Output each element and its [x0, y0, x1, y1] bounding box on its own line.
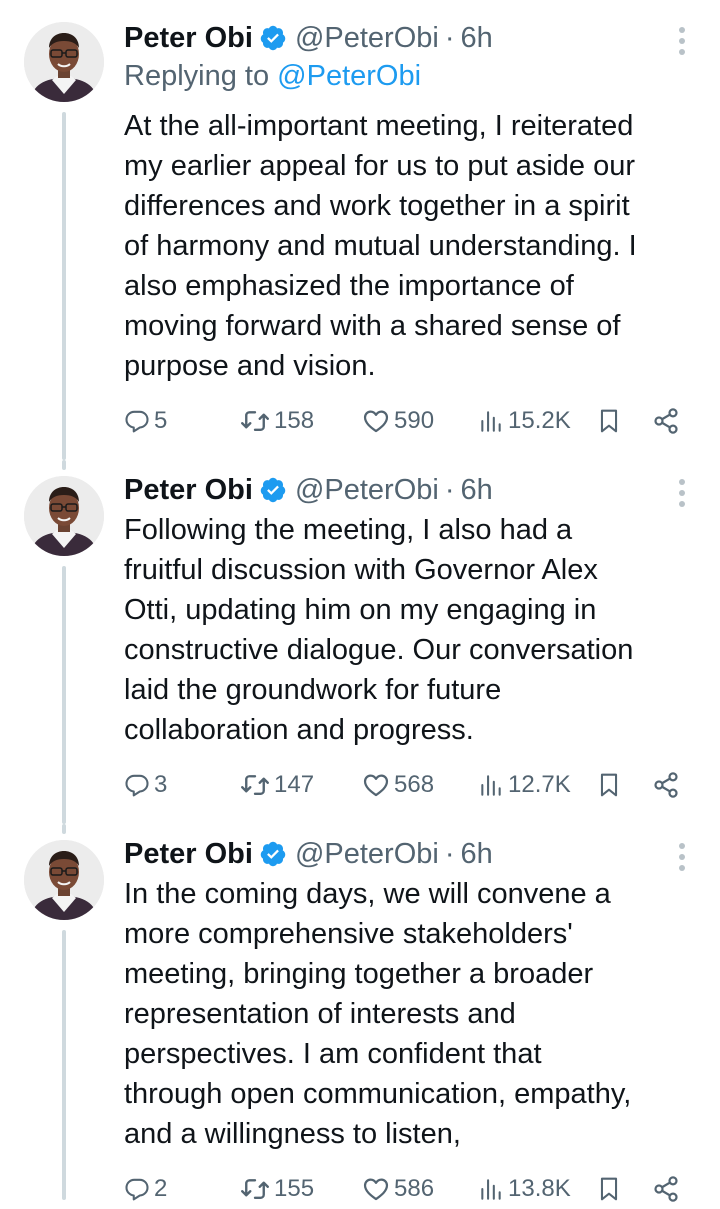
thread-line [62, 460, 66, 470]
timestamp[interactable]: 6h [461, 838, 493, 871]
timestamp[interactable]: 6h [461, 22, 493, 55]
profile-photo [24, 22, 104, 102]
view-count: 12.7K [508, 771, 571, 798]
retweet-count: 158 [274, 407, 315, 434]
like-count: 590 [394, 407, 435, 434]
avatar[interactable] [24, 840, 104, 920]
retweet-icon [240, 406, 270, 436]
share-button[interactable] [652, 1169, 680, 1209]
separator: · [444, 473, 455, 506]
thread-line [62, 930, 66, 1200]
heart-icon [362, 407, 390, 435]
verified-badge-icon [259, 24, 287, 52]
retweet-button[interactable]: 155 [240, 1169, 314, 1209]
thread-line [62, 112, 66, 460]
view-count: 15.2K [508, 407, 571, 434]
author-name[interactable]: Peter Obi [124, 474, 253, 507]
replying-to: Replying to @PeterObi [124, 60, 421, 93]
timestamp[interactable]: 6h [461, 474, 493, 507]
retweet-button[interactable]: 158 [240, 401, 314, 441]
bookmark-icon [596, 1175, 622, 1203]
separator: · [444, 837, 455, 870]
tweet-text: In the coming days, we will convene a mo… [124, 878, 632, 1150]
separator: · [444, 21, 455, 54]
profile-photo [24, 840, 104, 920]
tweet[interactable]: Peter Obi @PeterObi · 6h In the coming d… [0, 824, 720, 1202]
reply-icon [124, 408, 150, 434]
author-name[interactable]: Peter Obi [124, 838, 253, 871]
like-count: 586 [394, 1175, 435, 1202]
tweet-header: Peter Obi @PeterObi · 6h [124, 18, 493, 58]
tweet-header: Peter Obi @PeterObi · 6h [124, 470, 493, 510]
replying-to-label: Replying to [124, 60, 270, 92]
tweet[interactable]: Peter Obi @PeterObi · 6h Following the m… [0, 460, 720, 824]
tweet-text: At the all-important meeting, I reiterat… [124, 110, 637, 382]
retweet-count: 147 [274, 771, 315, 798]
more-vertical-icon[interactable] [678, 478, 686, 508]
share-button[interactable] [652, 765, 680, 805]
retweet-icon [240, 770, 270, 800]
view-count: 13.8K [508, 1175, 571, 1202]
views-button[interactable]: 12.7K [478, 765, 571, 805]
author-handle[interactable]: @PeterObi [295, 474, 439, 507]
action-bar: 3 147 568 12.7K [124, 765, 696, 805]
reply-count: 5 [154, 407, 168, 434]
retweet-button[interactable]: 147 [240, 765, 314, 805]
verified-badge-icon [259, 840, 287, 868]
retweet-count: 155 [274, 1175, 315, 1202]
share-icon [652, 407, 680, 435]
replying-to-handle[interactable]: @PeterObi [277, 60, 421, 92]
views-icon [478, 408, 504, 434]
bookmark-icon [596, 771, 622, 799]
action-bar: 5 158 590 15.2K [124, 401, 696, 441]
tweet-header: Peter Obi @PeterObi · 6h [124, 834, 493, 874]
share-button[interactable] [652, 401, 680, 441]
author-handle[interactable]: @PeterObi [295, 838, 439, 871]
reply-icon [124, 1176, 150, 1202]
reply-count: 3 [154, 771, 168, 798]
action-bar: 2 155 586 13.8K [124, 1169, 696, 1209]
reply-button[interactable]: 5 [124, 401, 167, 441]
thread-line [62, 824, 66, 834]
tweet[interactable]: Peter Obi @PeterObi · 6h Replying to @Pe… [0, 0, 720, 460]
reply-count: 2 [154, 1175, 168, 1202]
tweet-text: Following the meeting, I also had a frui… [124, 514, 634, 746]
bookmark-button[interactable] [596, 401, 622, 441]
like-count: 568 [394, 771, 435, 798]
bookmark-icon [596, 407, 622, 435]
like-button[interactable]: 586 [362, 1169, 434, 1209]
reply-button[interactable]: 3 [124, 765, 167, 805]
views-icon [478, 1176, 504, 1202]
views-button[interactable]: 13.8K [478, 1169, 571, 1209]
bookmark-button[interactable] [596, 765, 622, 805]
author-handle[interactable]: @PeterObi [295, 22, 439, 55]
more-vertical-icon[interactable] [678, 842, 686, 872]
avatar[interactable] [24, 22, 104, 102]
avatar[interactable] [24, 476, 104, 556]
reply-icon [124, 772, 150, 798]
profile-photo [24, 476, 104, 556]
share-icon [652, 771, 680, 799]
heart-icon [362, 771, 390, 799]
heart-icon [362, 1175, 390, 1203]
views-button[interactable]: 15.2K [478, 401, 571, 441]
like-button[interactable]: 590 [362, 401, 434, 441]
views-icon [478, 772, 504, 798]
reply-button[interactable]: 2 [124, 1169, 167, 1209]
share-icon [652, 1175, 680, 1203]
thread-line [62, 566, 66, 824]
verified-badge-icon [259, 476, 287, 504]
more-vertical-icon[interactable] [678, 26, 686, 56]
author-name[interactable]: Peter Obi [124, 22, 253, 55]
like-button[interactable]: 568 [362, 765, 434, 805]
bookmark-button[interactable] [596, 1169, 622, 1209]
